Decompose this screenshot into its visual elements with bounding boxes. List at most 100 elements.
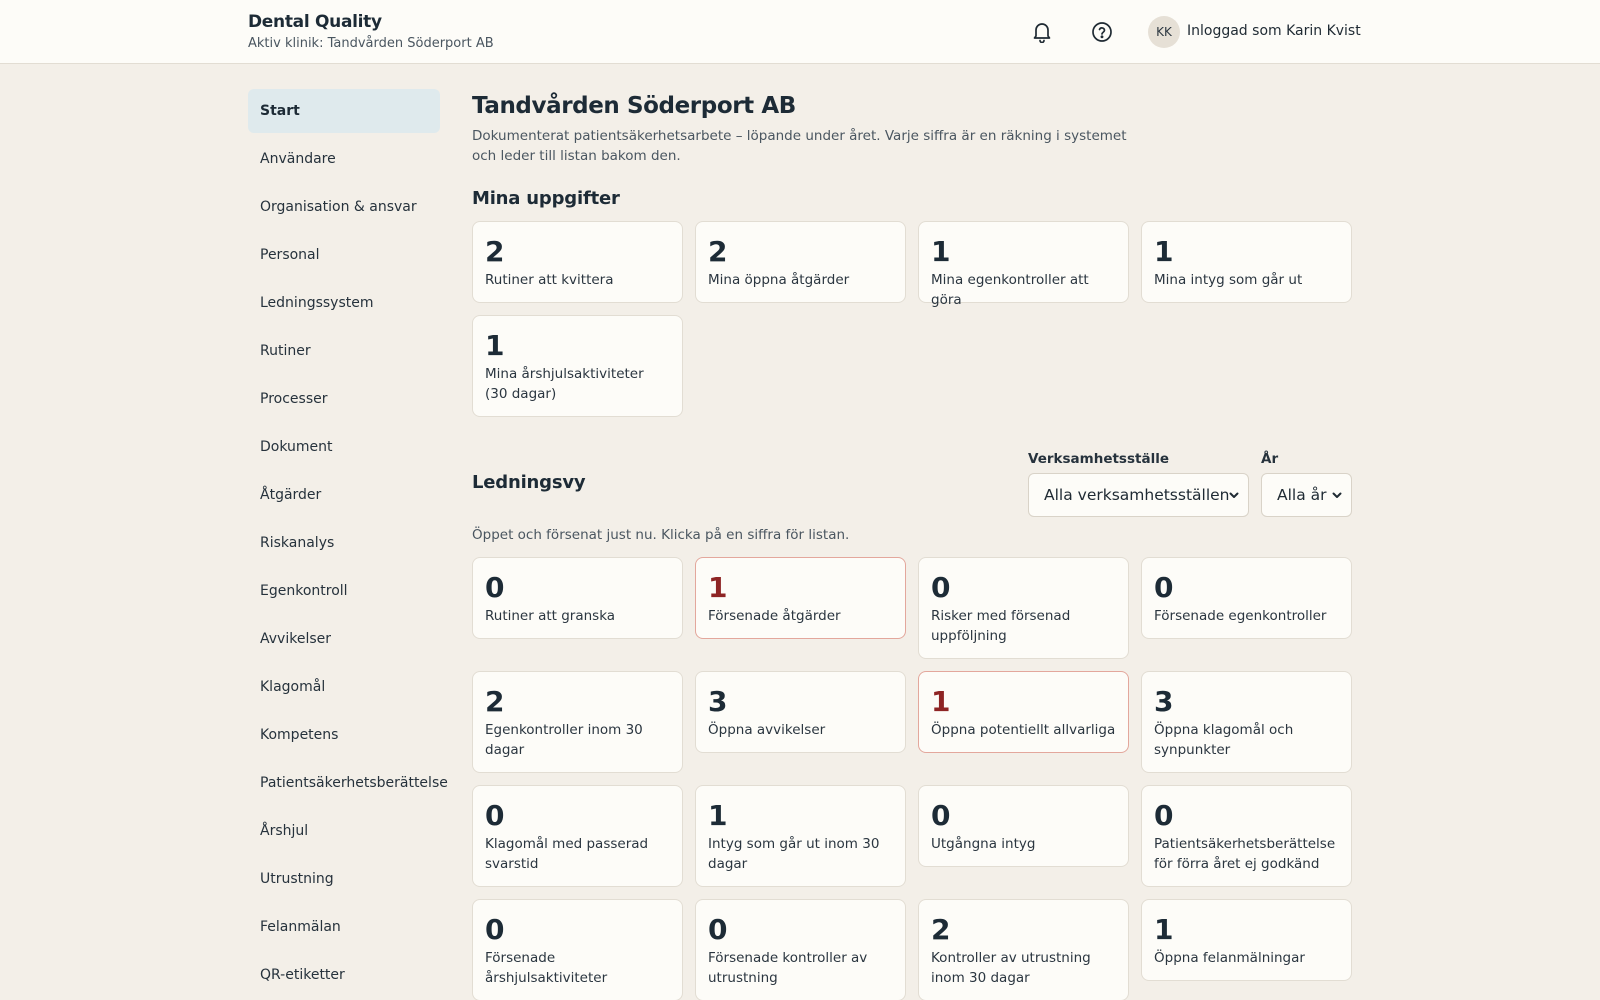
task-label: Mina öppna åtgärder xyxy=(708,272,850,288)
metric-card-alert[interactable]: 1 Försenade åtgärder xyxy=(695,557,906,639)
task-label: Mina egenkontroller att göra xyxy=(931,272,1089,308)
sidebar-item-kompetens[interactable]: Kompetens xyxy=(248,713,440,757)
metric-card[interactable]: 1 Öppna felanmälningar xyxy=(1141,899,1352,981)
task-card[interactable]: 2 Rutiner att kvittera xyxy=(472,221,683,303)
help-button[interactable] xyxy=(1089,18,1115,46)
metric-label: Risker med försenad uppföljning xyxy=(931,608,1071,644)
metric-label: Försenade årshjulsaktiviteter xyxy=(485,950,608,986)
year-filter-label: År xyxy=(1261,451,1279,467)
sidebar-item-utrustning[interactable]: Utrustning xyxy=(248,857,440,901)
metric-card[interactable]: 3 Öppna avvikelser xyxy=(695,671,906,753)
bell-icon xyxy=(1033,23,1051,43)
metric-count: 1 xyxy=(931,685,951,718)
task-count: 1 xyxy=(931,235,951,268)
metric-label: Egenkontroller inom 30 dagar xyxy=(485,722,643,758)
sidebar-item-arshjul[interactable]: Årshjul xyxy=(248,809,440,853)
main-content: Tandvården Söderport AB Dokumenterat pat… xyxy=(472,92,1352,166)
metric-card-alert[interactable]: 1 Öppna potentiellt allvarliga xyxy=(918,671,1129,753)
metric-label: Öppna potentiellt allvarliga xyxy=(931,722,1116,738)
metric-count: 3 xyxy=(1154,685,1174,718)
top-header: Dental Quality Aktiv klinik: Tandvården … xyxy=(0,0,1600,64)
metric-count: 3 xyxy=(708,685,728,718)
task-count: 2 xyxy=(708,235,728,268)
task-card[interactable]: 1 Mina egenkontroller att göra xyxy=(918,221,1129,308)
metric-label: Kontroller av utrustning inom 30 dagar xyxy=(931,950,1091,986)
metric-card[interactable]: 0 Försenade årshjulsaktiviteter xyxy=(472,899,683,1000)
metric-label: Utgångna intyg xyxy=(931,836,1036,852)
metric-count: 0 xyxy=(708,913,728,946)
metric-count: 1 xyxy=(1154,913,1174,946)
sidebar-item-personal[interactable]: Personal xyxy=(248,233,440,277)
sidebar-nav: Start Användare Organisation & ansvar Pe… xyxy=(248,89,448,1000)
notifications-button[interactable] xyxy=(1029,18,1055,46)
metric-card[interactable]: 3 Öppna klagomål och synpunkter xyxy=(1141,671,1352,773)
metric-count: 2 xyxy=(931,913,951,946)
metric-count: 0 xyxy=(1154,571,1174,604)
task-label: Rutiner att kvittera xyxy=(485,272,614,288)
site-filter-label: Verksamhetsställe xyxy=(1028,451,1169,467)
section-title-my-tasks: Mina uppgifter xyxy=(472,188,620,209)
metric-card[interactable]: 2 Kontroller av utrustning inom 30 dagar xyxy=(918,899,1129,1000)
sidebar-item-klagomal[interactable]: Klagomål xyxy=(248,665,440,709)
metric-count: 2 xyxy=(485,685,505,718)
task-count: 2 xyxy=(485,235,505,268)
metric-count: 0 xyxy=(485,799,505,832)
task-card[interactable]: 1 Mina årshjulsaktiviteter (30 dagar) xyxy=(472,315,683,417)
task-label: Mina årshjulsaktiviteter (30 dagar) xyxy=(485,366,644,402)
metric-label: Klagomål med passerad svarstid xyxy=(485,836,649,872)
sidebar-item-start[interactable]: Start xyxy=(248,89,440,133)
metric-card[interactable]: 2 Egenkontroller inom 30 dagar xyxy=(472,671,683,773)
help-circle-icon xyxy=(1092,22,1112,42)
sidebar-item-organisation[interactable]: Organisation & ansvar xyxy=(248,185,440,229)
sidebar-item-ledningssystem[interactable]: Ledningssystem xyxy=(248,281,440,325)
task-count: 1 xyxy=(485,329,505,362)
metric-label: Öppna felanmälningar xyxy=(1154,950,1305,966)
site-select[interactable]: Alla verksamhetsställen xyxy=(1028,473,1249,517)
task-count: 1 xyxy=(1154,235,1174,268)
metric-card[interactable]: 0 Försenade egenkontroller xyxy=(1141,557,1352,639)
metric-label: Försenade kontroller av utrustning xyxy=(708,950,868,986)
metric-label: Försenade egenkontroller xyxy=(1154,608,1327,624)
task-card[interactable]: 2 Mina öppna åtgärder xyxy=(695,221,906,303)
task-card[interactable]: 1 Mina intyg som går ut xyxy=(1141,221,1352,303)
page-description: Dokumenterat patientsäkerhetsarbete – lö… xyxy=(472,128,1127,164)
page-title: Tandvården Söderport AB xyxy=(472,93,796,119)
sidebar-item-avvikelser[interactable]: Avvikelser xyxy=(248,617,440,661)
sidebar-item-processer[interactable]: Processer xyxy=(248,377,440,421)
sidebar-item-egenkontroll[interactable]: Egenkontroll xyxy=(248,569,440,613)
active-clinic-label: Aktiv klinik: Tandvården Söderport AB xyxy=(248,36,494,51)
logged-in-user-label[interactable]: Inloggad som Karin Kvist xyxy=(1187,23,1361,39)
metric-count: 0 xyxy=(485,913,505,946)
avatar[interactable]: KK xyxy=(1148,16,1180,48)
metric-count: 0 xyxy=(485,571,505,604)
site-select-value: Alla verksamhetsställen xyxy=(1044,486,1230,504)
year-select[interactable]: Alla år xyxy=(1261,473,1352,517)
metric-card[interactable]: 0 Risker med försenad uppföljning xyxy=(918,557,1129,659)
metric-card[interactable]: 0 Utgångna intyg xyxy=(918,785,1129,867)
management-description: Öppet och försenat just nu. Klicka på en… xyxy=(472,527,850,543)
metric-card[interactable]: 0 Rutiner att granska xyxy=(472,557,683,639)
metric-count: 0 xyxy=(931,571,951,604)
sidebar-item-patientsakerhetsberattelse[interactable]: Patientsäkerhetsberättelse xyxy=(248,761,448,805)
metric-label: Öppna klagomål och synpunkter xyxy=(1154,722,1294,758)
metric-label: Försenade åtgärder xyxy=(708,608,841,624)
brand-title[interactable]: Dental Quality xyxy=(248,12,494,32)
task-label: Mina intyg som går ut xyxy=(1154,272,1303,288)
metric-label: Öppna avvikelser xyxy=(708,722,826,738)
metric-label: Intyg som går ut inom 30 dagar xyxy=(708,836,880,872)
sidebar-item-anvandare[interactable]: Användare xyxy=(248,137,440,181)
sidebar-item-felanmalan[interactable]: Felanmälan xyxy=(248,905,440,949)
metric-card[interactable]: 0 Klagomål med passerad svarstid xyxy=(472,785,683,887)
sidebar-item-dokument[interactable]: Dokument xyxy=(248,425,440,469)
metric-card[interactable]: 0 Patientsäkerhetsberättelse för förra å… xyxy=(1141,785,1352,887)
sidebar-item-atgarder[interactable]: Åtgärder xyxy=(248,473,440,517)
brand: Dental Quality Aktiv klinik: Tandvården … xyxy=(248,12,494,52)
metric-card[interactable]: 0 Försenade kontroller av utrustning xyxy=(695,899,906,1000)
chevron-down-icon xyxy=(1229,492,1239,498)
metric-count: 1 xyxy=(708,799,728,832)
metric-card[interactable]: 1 Intyg som går ut inom 30 dagar xyxy=(695,785,906,887)
sidebar-item-riskanalys[interactable]: Riskanalys xyxy=(248,521,440,565)
sidebar-item-rutiner[interactable]: Rutiner xyxy=(248,329,440,373)
sidebar-item-qr-etiketter[interactable]: QR-etiketter xyxy=(248,953,440,997)
chevron-down-icon xyxy=(1332,492,1342,498)
